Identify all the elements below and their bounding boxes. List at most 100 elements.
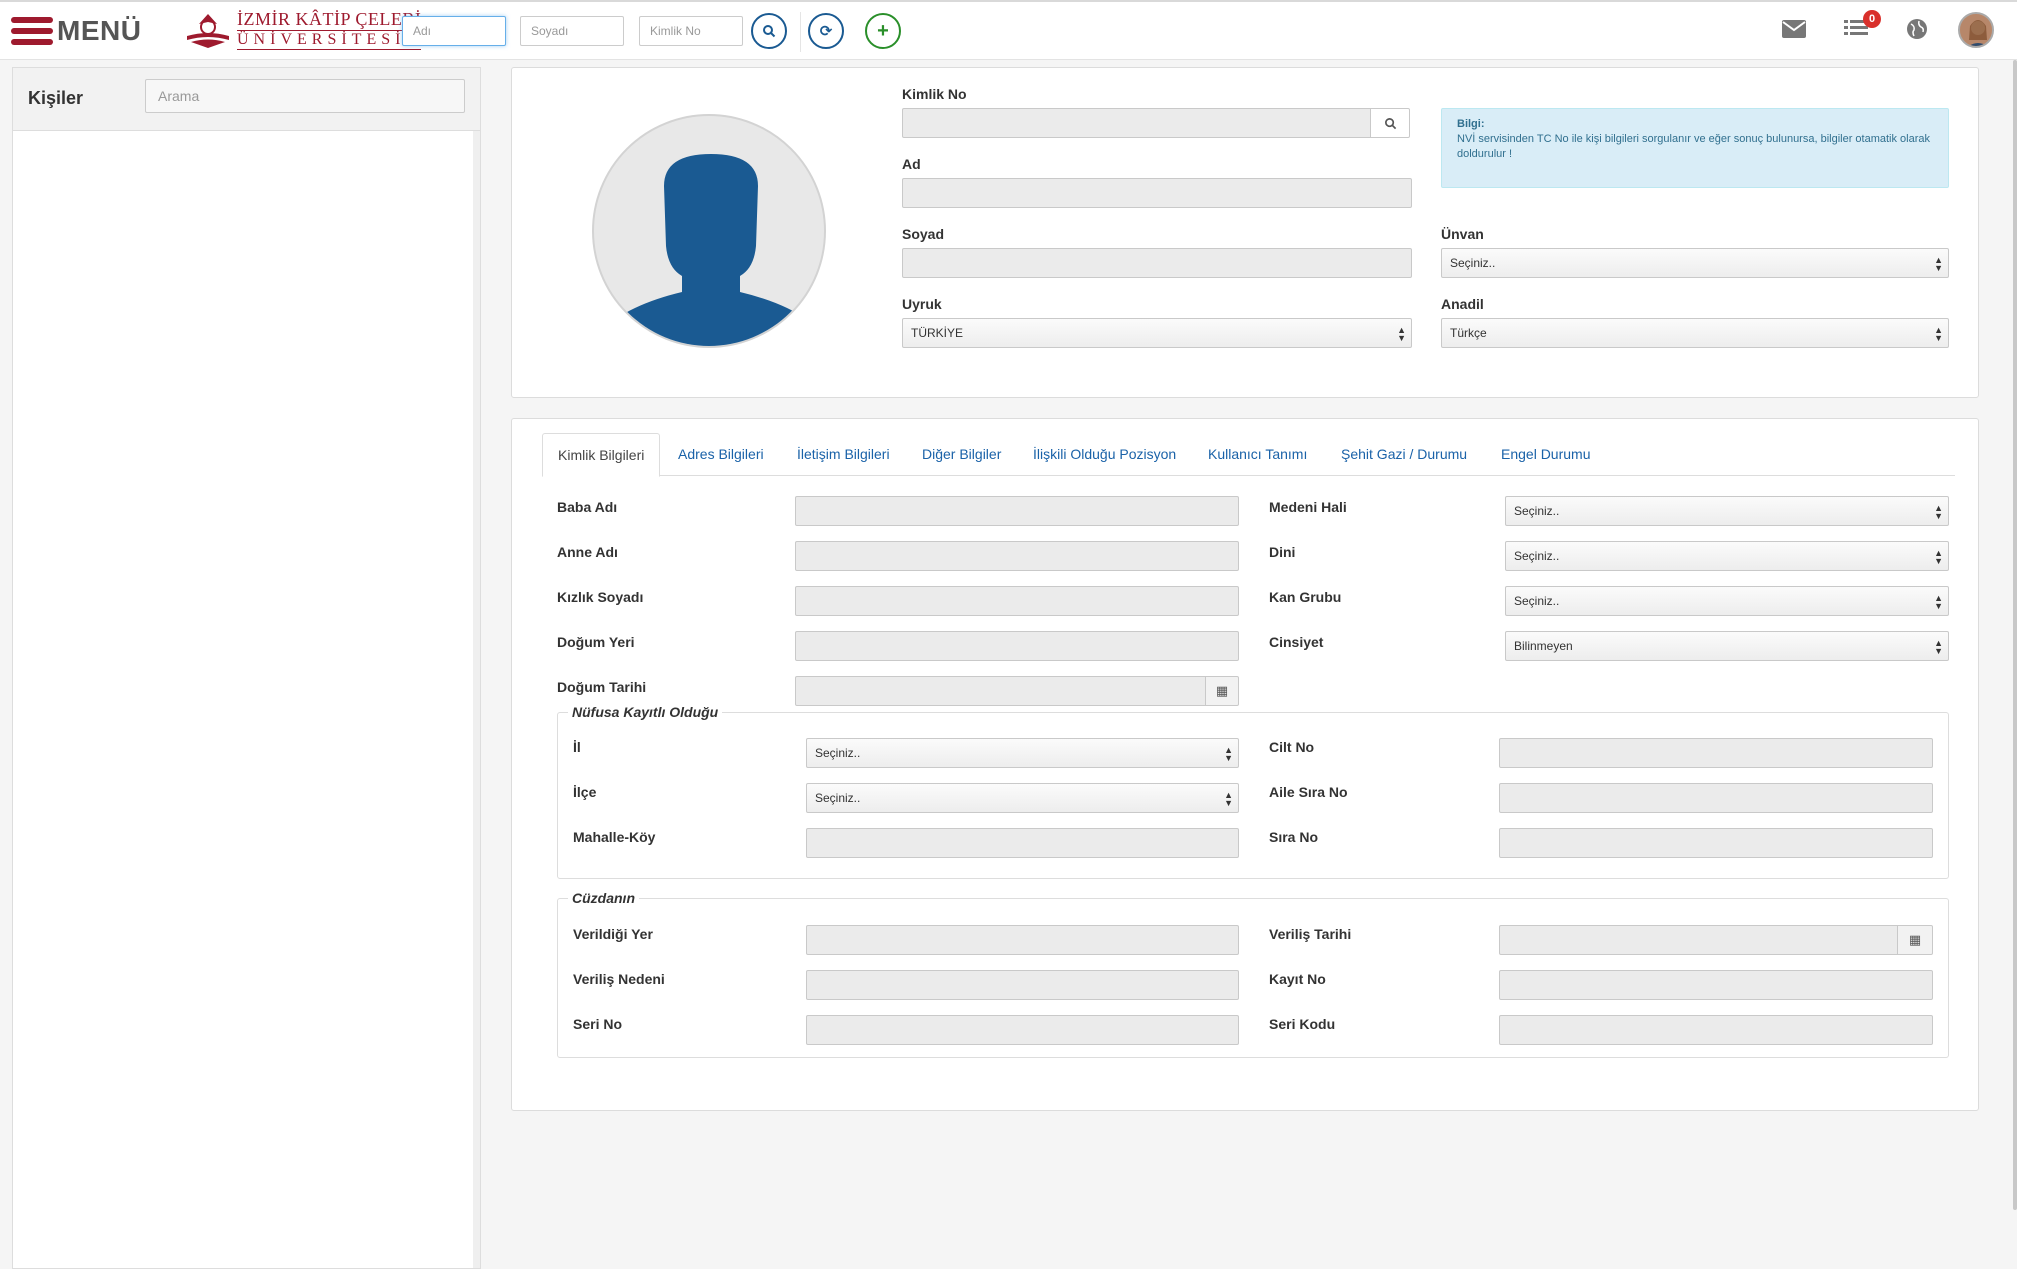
soyad-input[interactable]	[902, 248, 1412, 278]
kan-grubu-select[interactable]: Seçiniz.. ▲ ▼	[1505, 586, 1949, 616]
mahalle-koy-label: Mahalle-Köy	[573, 829, 656, 845]
globe-icon[interactable]	[1906, 18, 1928, 40]
surname-search-input[interactable]: Soyadı	[520, 16, 624, 46]
il-value: Seçiniz..	[815, 746, 861, 760]
verilis-tarihi-label: Veriliş Tarihi	[1269, 926, 1352, 942]
uyruk-label: Uyruk	[902, 296, 942, 312]
soyad-label: Soyad	[902, 226, 945, 242]
people-search-input[interactable]: Arama	[145, 79, 465, 113]
select-arrows-icon: ▲ ▼	[1934, 503, 1943, 521]
anne-adi-label: Anne Adı	[557, 544, 618, 560]
hamburger-icon	[11, 17, 53, 45]
tab-kimlik-bilgileri[interactable]: Kimlik Bilgileri	[542, 433, 661, 477]
kimlik-no-input[interactable]	[902, 108, 1372, 138]
tab-iliskili-pozisyon[interactable]: İlişkili Olduğu Pozisyon	[1018, 433, 1191, 476]
select-arrows-icon: ▲ ▼	[1224, 745, 1233, 763]
top-bar: MENÜ İZMİR KÂTİP ÇELEBİ ÜNİVERSİTESİ Adı…	[0, 0, 2017, 60]
ilce-value: Seçiniz..	[815, 791, 861, 805]
people-panel-title: Kişiler	[28, 88, 84, 108]
tab-sehit-gazi[interactable]: Şehit Gazi / Durumu	[1326, 433, 1482, 476]
plus-icon: +	[877, 19, 889, 42]
uyruk-select[interactable]: TÜRKİYE ▲ ▼	[902, 318, 1412, 348]
kimlik-no-label: Kimlik No	[902, 86, 967, 102]
tab-iletisim-bilgileri[interactable]: İletişim Bilgileri	[782, 433, 905, 476]
ad-input[interactable]	[902, 178, 1412, 208]
kizlik-soyadi-input[interactable]	[795, 586, 1239, 616]
seri-no-input[interactable]	[806, 1015, 1239, 1045]
cinsiyet-value: Bilinmeyen	[1514, 639, 1573, 653]
aile-sira-no-input[interactable]	[1499, 783, 1933, 813]
tab-kullanici-tanimi[interactable]: Kullanıcı Tanımı	[1193, 433, 1322, 476]
refresh-button[interactable]: ⟳	[808, 13, 844, 49]
select-arrows-icon: ▲ ▼	[1934, 593, 1943, 611]
search-icon	[1384, 117, 1396, 129]
verilis-tarihi-calendar-button[interactable]: ▦	[1897, 925, 1933, 955]
kimlik-search-button[interactable]	[1370, 108, 1410, 138]
verildigi-yer-input[interactable]	[806, 925, 1239, 955]
search-button[interactable]	[751, 13, 787, 49]
dogum-tarihi-label: Doğum Tarihi	[557, 679, 647, 695]
profile-photo[interactable]	[592, 114, 826, 348]
baba-adi-input[interactable]	[795, 496, 1239, 526]
wallet-legend: Cüzdanın	[572, 890, 635, 906]
dogum-tarihi-input[interactable]	[795, 676, 1207, 706]
ilce-label: İlçe	[573, 784, 597, 800]
kan-grubu-value: Seçiniz..	[1514, 594, 1560, 608]
user-avatar[interactable]	[1958, 12, 1994, 48]
tab-adres-bilgileri[interactable]: Adres Bilgileri	[663, 433, 779, 476]
dogum-tarihi-calendar-button[interactable]: ▦	[1205, 676, 1239, 706]
verilis-nedeni-input[interactable]	[806, 970, 1239, 1000]
tab-diger-bilgiler[interactable]: Diğer Bilgiler	[907, 433, 1016, 476]
baba-adi-label: Baba Adı	[557, 499, 618, 515]
seri-kodu-input[interactable]	[1499, 1015, 1933, 1045]
il-select[interactable]: Seçiniz.. ▲ ▼	[806, 738, 1239, 768]
registry-legend: Nüfusa Kayıtlı Olduğu	[572, 704, 719, 720]
cinsiyet-label: Cinsiyet	[1269, 634, 1324, 650]
seri-no-label: Seri No	[573, 1016, 623, 1032]
university-logo[interactable]: İZMİR KÂTİP ÇELEBİ ÜNİVERSİTESİ	[183, 9, 422, 50]
page-scrollbar[interactable]	[2013, 60, 2017, 1210]
name-search-input[interactable]: Adı	[402, 16, 506, 46]
seri-kodu-label: Seri Kodu	[1269, 1016, 1336, 1032]
dini-label: Dini	[1269, 544, 1296, 560]
unvan-select[interactable]: Seçiniz.. ▲ ▼	[1441, 248, 1949, 278]
verilis-tarihi-input[interactable]	[1499, 925, 1899, 955]
sira-no-label: Sıra No	[1269, 829, 1319, 845]
medeni-hali-value: Seçiniz..	[1514, 504, 1560, 518]
unvan-label: Ünvan	[1441, 226, 1484, 242]
sira-no-input[interactable]	[1499, 828, 1933, 858]
unvan-value: Seçiniz..	[1450, 256, 1496, 270]
menu-button[interactable]: MENÜ	[11, 15, 141, 47]
tab-engel-durumu[interactable]: Engel Durumu	[1486, 433, 1606, 476]
logo-line-1: İZMİR KÂTİP ÇELEBİ	[237, 9, 422, 29]
dogum-yeri-input[interactable]	[795, 631, 1239, 661]
add-button[interactable]: +	[865, 13, 901, 49]
kayit-no-label: Kayıt No	[1269, 971, 1326, 987]
anne-adi-input[interactable]	[795, 541, 1239, 571]
people-panel-scrollbar[interactable]	[473, 131, 480, 1268]
search-icon	[763, 25, 776, 38]
dini-select[interactable]: Seçiniz.. ▲ ▼	[1505, 541, 1949, 571]
info-alert-title: Bilgi:	[1457, 118, 1485, 130]
verildigi-yer-label: Verildiği Yer	[573, 926, 653, 942]
person-silhouette-icon	[614, 154, 808, 346]
kayit-no-input[interactable]	[1499, 970, 1933, 1000]
kan-grubu-label: Kan Grubu	[1269, 589, 1342, 605]
medeni-hali-label: Medeni Hali	[1269, 499, 1347, 515]
anadil-select[interactable]: Türkçe ▲ ▼	[1441, 318, 1949, 348]
select-arrows-icon: ▲ ▼	[1934, 638, 1943, 656]
logo-emblem-icon	[187, 14, 229, 48]
uyruk-value: TÜRKİYE	[911, 326, 964, 340]
ilce-select[interactable]: Seçiniz.. ▲ ▼	[806, 783, 1239, 813]
kizlik-soyadi-label: Kızlık Soyadı	[557, 589, 644, 605]
people-panel: Kişiler Arama	[12, 67, 481, 1269]
mail-icon[interactable]	[1782, 20, 1806, 38]
info-alert: Bilgi: NVİ servisinden TC No ile kişi bi…	[1441, 108, 1949, 188]
mahalle-koy-input[interactable]	[806, 828, 1239, 858]
aile-sira-no-label: Aile Sıra No	[1269, 784, 1348, 800]
cinsiyet-select[interactable]: Bilinmeyen ▲ ▼	[1505, 631, 1949, 661]
profile-card: Kimlik No Bilgi: NVİ servisinden TC No i…	[511, 67, 1979, 398]
id-search-input[interactable]: Kimlik No	[639, 16, 743, 46]
cilt-no-input[interactable]	[1499, 738, 1933, 768]
medeni-hali-select[interactable]: Seçiniz.. ▲ ▼	[1505, 496, 1949, 526]
